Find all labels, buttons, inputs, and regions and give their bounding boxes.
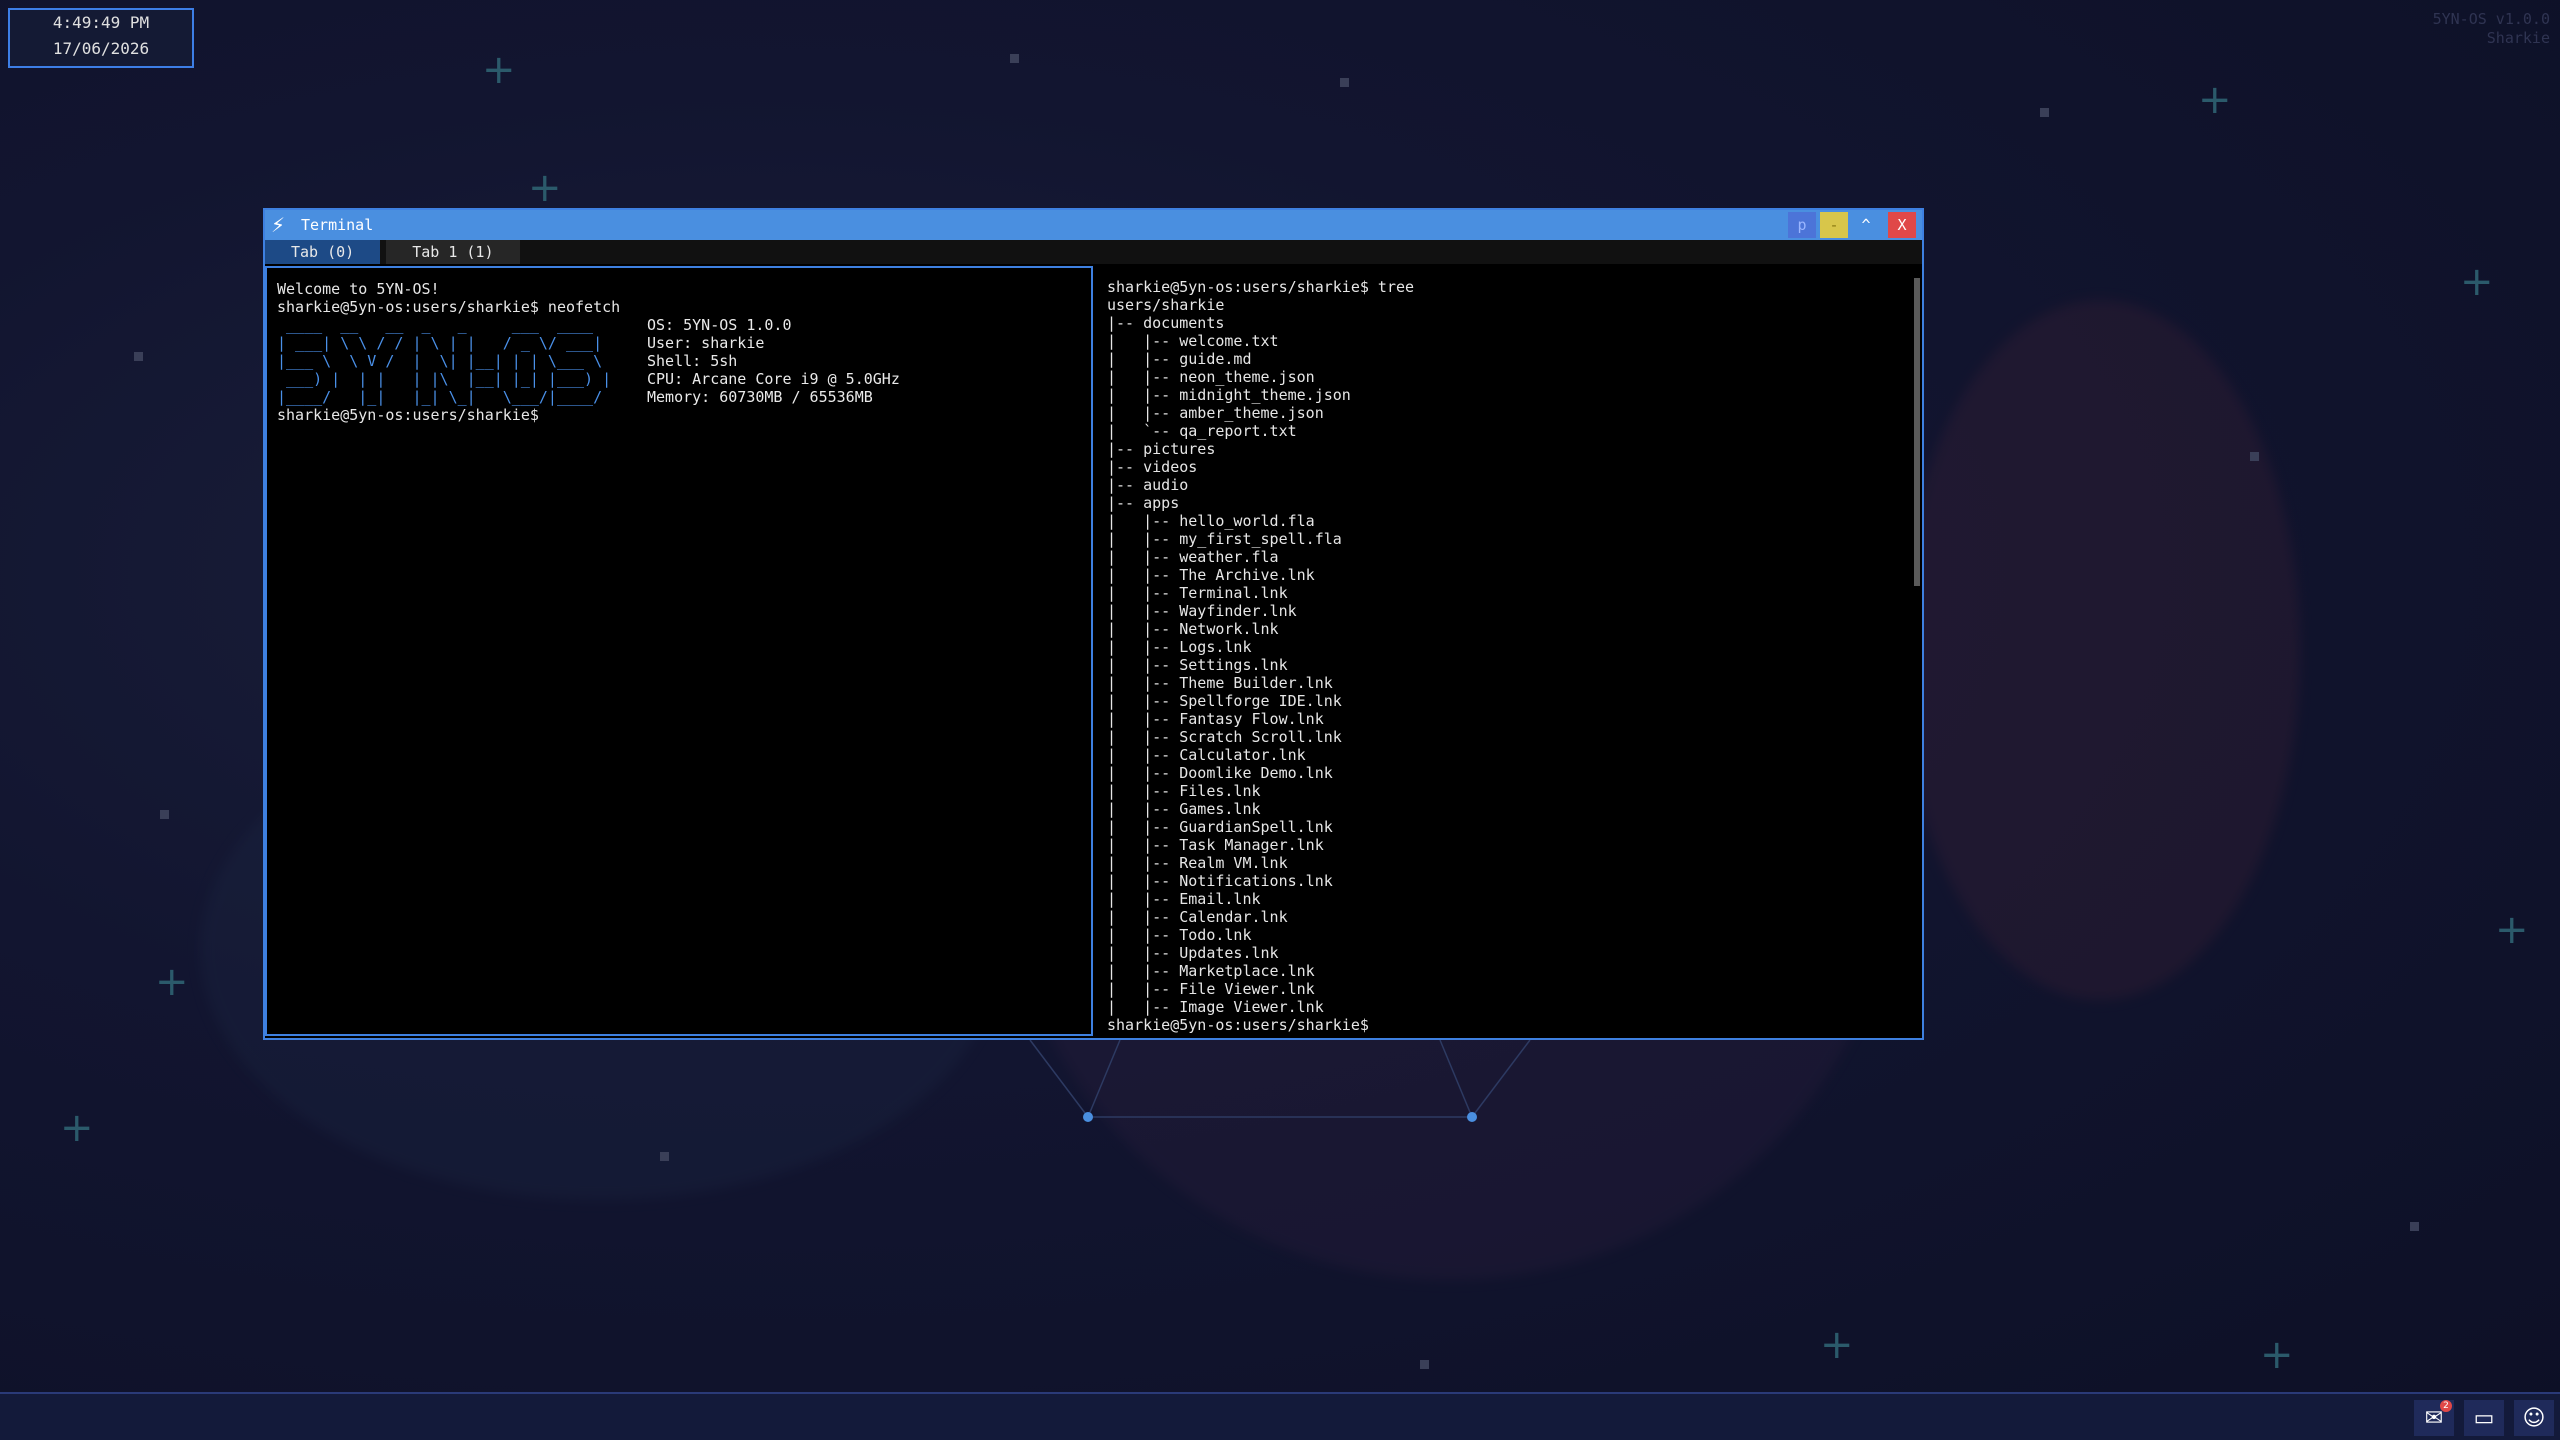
tree-line: | |-- weather.fla: [1107, 548, 1279, 566]
info-line: Shell: 5sh: [647, 352, 738, 370]
tree-line: | |-- Theme Builder.lnk: [1107, 674, 1333, 692]
tree-line: | |-- Todo.lnk: [1107, 926, 1252, 944]
tree-line: | |-- Calculator.lnk: [1107, 746, 1306, 764]
tree-line: | |-- Notifications.lnk: [1107, 872, 1333, 890]
tree-line: | |-- Terminal.lnk: [1107, 584, 1288, 602]
tree-line: | |-- guide.md: [1107, 350, 1252, 368]
tree-line: | |-- my_first_spell.fla: [1107, 530, 1342, 548]
taskbar: ✉ 2 ▭ ☺: [0, 1392, 2560, 1440]
tree-line: | |-- Network.lnk: [1107, 620, 1279, 638]
tree-line: | |-- Scratch Scroll.lnk: [1107, 728, 1342, 746]
tree-line: |-- pictures: [1107, 440, 1216, 458]
tree-line: | `-- qa_report.txt: [1107, 422, 1297, 440]
minimize-button[interactable]: -: [1820, 212, 1848, 238]
system-info: OS: 5YN-OS 1.0.0 User: sharkie Shell: 5sh C…: [647, 316, 900, 406]
tab-bar: Tab (0) Tab 1 (1): [265, 240, 1922, 264]
terminal-pane-right[interactable]: sharkie@5yn-os:users/sharkie$ tree users/…: [1097, 266, 1922, 1036]
tree-line: | |-- neon_theme.json: [1107, 368, 1315, 386]
ascii-line: ___) | | | | |\ |__| |_| |___) |: [277, 370, 612, 388]
window-titlebar[interactable]: ⚡ Terminal p - ^ X: [265, 210, 1922, 240]
tree-output: sharkie@5yn-os:users/sharkie$ tree users/…: [1107, 278, 1912, 1034]
terminal-pane-left[interactable]: Welcome to 5YN-OS! sharkie@5yn-os:users/s…: [265, 266, 1093, 1036]
welcome-line: Welcome to 5YN-OS!: [277, 280, 440, 298]
tree-line: | |-- hello_world.fla: [1107, 512, 1315, 530]
tree-line: | |-- welcome.txt: [1107, 332, 1279, 350]
tree-line: | |-- Logs.lnk: [1107, 638, 1252, 656]
tree-line: | |-- Files.lnk: [1107, 782, 1261, 800]
chat-icon[interactable]: ✉ 2: [2414, 1400, 2454, 1436]
os-version: 5YN-OS v1.0.0: [2432, 10, 2550, 28]
tree-line: | |-- Realm VM.lnk: [1107, 854, 1288, 872]
window-title: Terminal: [301, 216, 374, 234]
tree-line: |-- audio: [1107, 476, 1189, 494]
tree-line: |-- videos: [1107, 458, 1198, 476]
tree-line: | |-- Calendar.lnk: [1107, 908, 1288, 926]
terminal-window[interactable]: ⚡ Terminal p - ^ X Tab (0) Tab 1 (1) Wel…: [263, 208, 1924, 1040]
tree-line: | |-- amber_theme.json: [1107, 404, 1324, 422]
maximize-button[interactable]: ^: [1852, 212, 1880, 238]
prompt-line: sharkie@5yn-os:users/sharkie$: [277, 406, 539, 424]
tree-line: | |-- midnight_theme.json: [1107, 386, 1351, 404]
discord-icon[interactable]: ☺: [2514, 1400, 2554, 1436]
lightning-icon: ⚡: [271, 213, 286, 237]
clock-widget[interactable]: 4:49:49 PM 17/06/2026: [8, 8, 194, 68]
info-line: CPU: Arcane Core i9 @ 5.0GHz: [647, 370, 900, 388]
tree-line: | |-- Email.lnk: [1107, 890, 1261, 908]
clock-date: 17/06/2026: [52, 39, 150, 58]
ascii-line: ____ __ __ _ _ ___ ____: [277, 316, 594, 334]
tree-line: | |-- Image Viewer.lnk: [1107, 998, 1324, 1016]
info-line: User: sharkie: [647, 334, 765, 352]
tree-line: | |-- Task Manager.lnk: [1107, 836, 1324, 854]
tree-line: | |-- Settings.lnk: [1107, 656, 1288, 674]
scrollbar-thumb[interactable]: [1914, 278, 1920, 586]
clock-time: 4:49:49 PM: [52, 13, 150, 32]
close-button[interactable]: X: [1888, 212, 1916, 238]
notification-badge: 2: [2440, 1400, 2452, 1412]
tree-line: | |-- File Viewer.lnk: [1107, 980, 1315, 998]
ascii-line: |___ \ \ V / | \| |__| | | \___ \: [277, 352, 603, 370]
ascii-logo: ____ __ __ _ _ ___ ____ | ___| \ \ / / | …: [277, 316, 647, 406]
info-line: OS: 5YN-OS 1.0.0: [647, 316, 792, 334]
tab-1[interactable]: Tab 1 (1): [386, 240, 520, 264]
window-icon[interactable]: ▭: [2464, 1400, 2504, 1436]
tree-line: | |-- Doomlike Demo.lnk: [1107, 764, 1333, 782]
tree-line: |-- documents: [1107, 314, 1225, 332]
tree-line: | |-- Spellforge IDE.lnk: [1107, 692, 1342, 710]
tree-line: users/sharkie: [1107, 296, 1225, 314]
tab-0[interactable]: Tab (0): [265, 240, 381, 264]
p-button[interactable]: p: [1788, 212, 1816, 238]
tree-line: | |-- Updates.lnk: [1107, 944, 1279, 962]
os-version-watermark: 5YN-OS v1.0.0 Sharkie: [2433, 10, 2550, 48]
info-line: Memory: 60730MB / 65536MB: [647, 388, 873, 406]
tree-line: | |-- Wayfinder.lnk: [1107, 602, 1297, 620]
neofetch-output: ____ __ __ _ _ ___ ____ | ___| \ \ / / | …: [277, 316, 1081, 406]
command-line: sharkie@5yn-os:users/sharkie$ neofetch: [277, 298, 621, 316]
tree-line: | |-- GuardianSpell.lnk: [1107, 818, 1333, 836]
ascii-line: |____/ |_| |_| \_| \___/|____/: [277, 388, 603, 406]
tree-line: sharkie@5yn-os:users/sharkie$ tree: [1107, 278, 1415, 296]
tree-line: | |-- Fantasy Flow.lnk: [1107, 710, 1324, 728]
tree-line: | |-- The Archive.lnk: [1107, 566, 1315, 584]
tree-line: |-- apps: [1107, 494, 1180, 512]
ascii-line: | ___| \ \ / / | \ | | / _ \/ ___|: [277, 334, 603, 352]
tree-line: | |-- Marketplace.lnk: [1107, 962, 1315, 980]
os-user: Sharkie: [2486, 29, 2550, 47]
tree-line: | |-- Games.lnk: [1107, 800, 1261, 818]
tree-line: sharkie@5yn-os:users/sharkie$: [1107, 1016, 1369, 1034]
